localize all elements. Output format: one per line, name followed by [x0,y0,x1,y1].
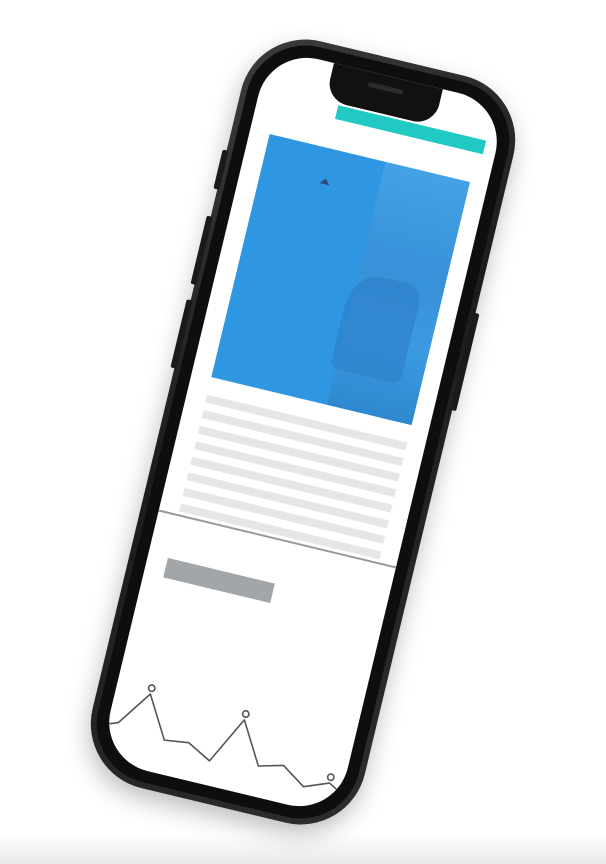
button-placeholder[interactable] [163,557,275,604]
hero-image[interactable] [211,133,470,426]
floor-shadow [0,834,606,864]
triangle-icon [319,177,331,186]
scene [0,0,606,864]
sparkline-marker [326,773,335,782]
sparkline-marker [241,710,250,719]
sparkline-marker [147,684,156,693]
phone-mockup [77,25,529,839]
speaker-grille [367,81,404,95]
